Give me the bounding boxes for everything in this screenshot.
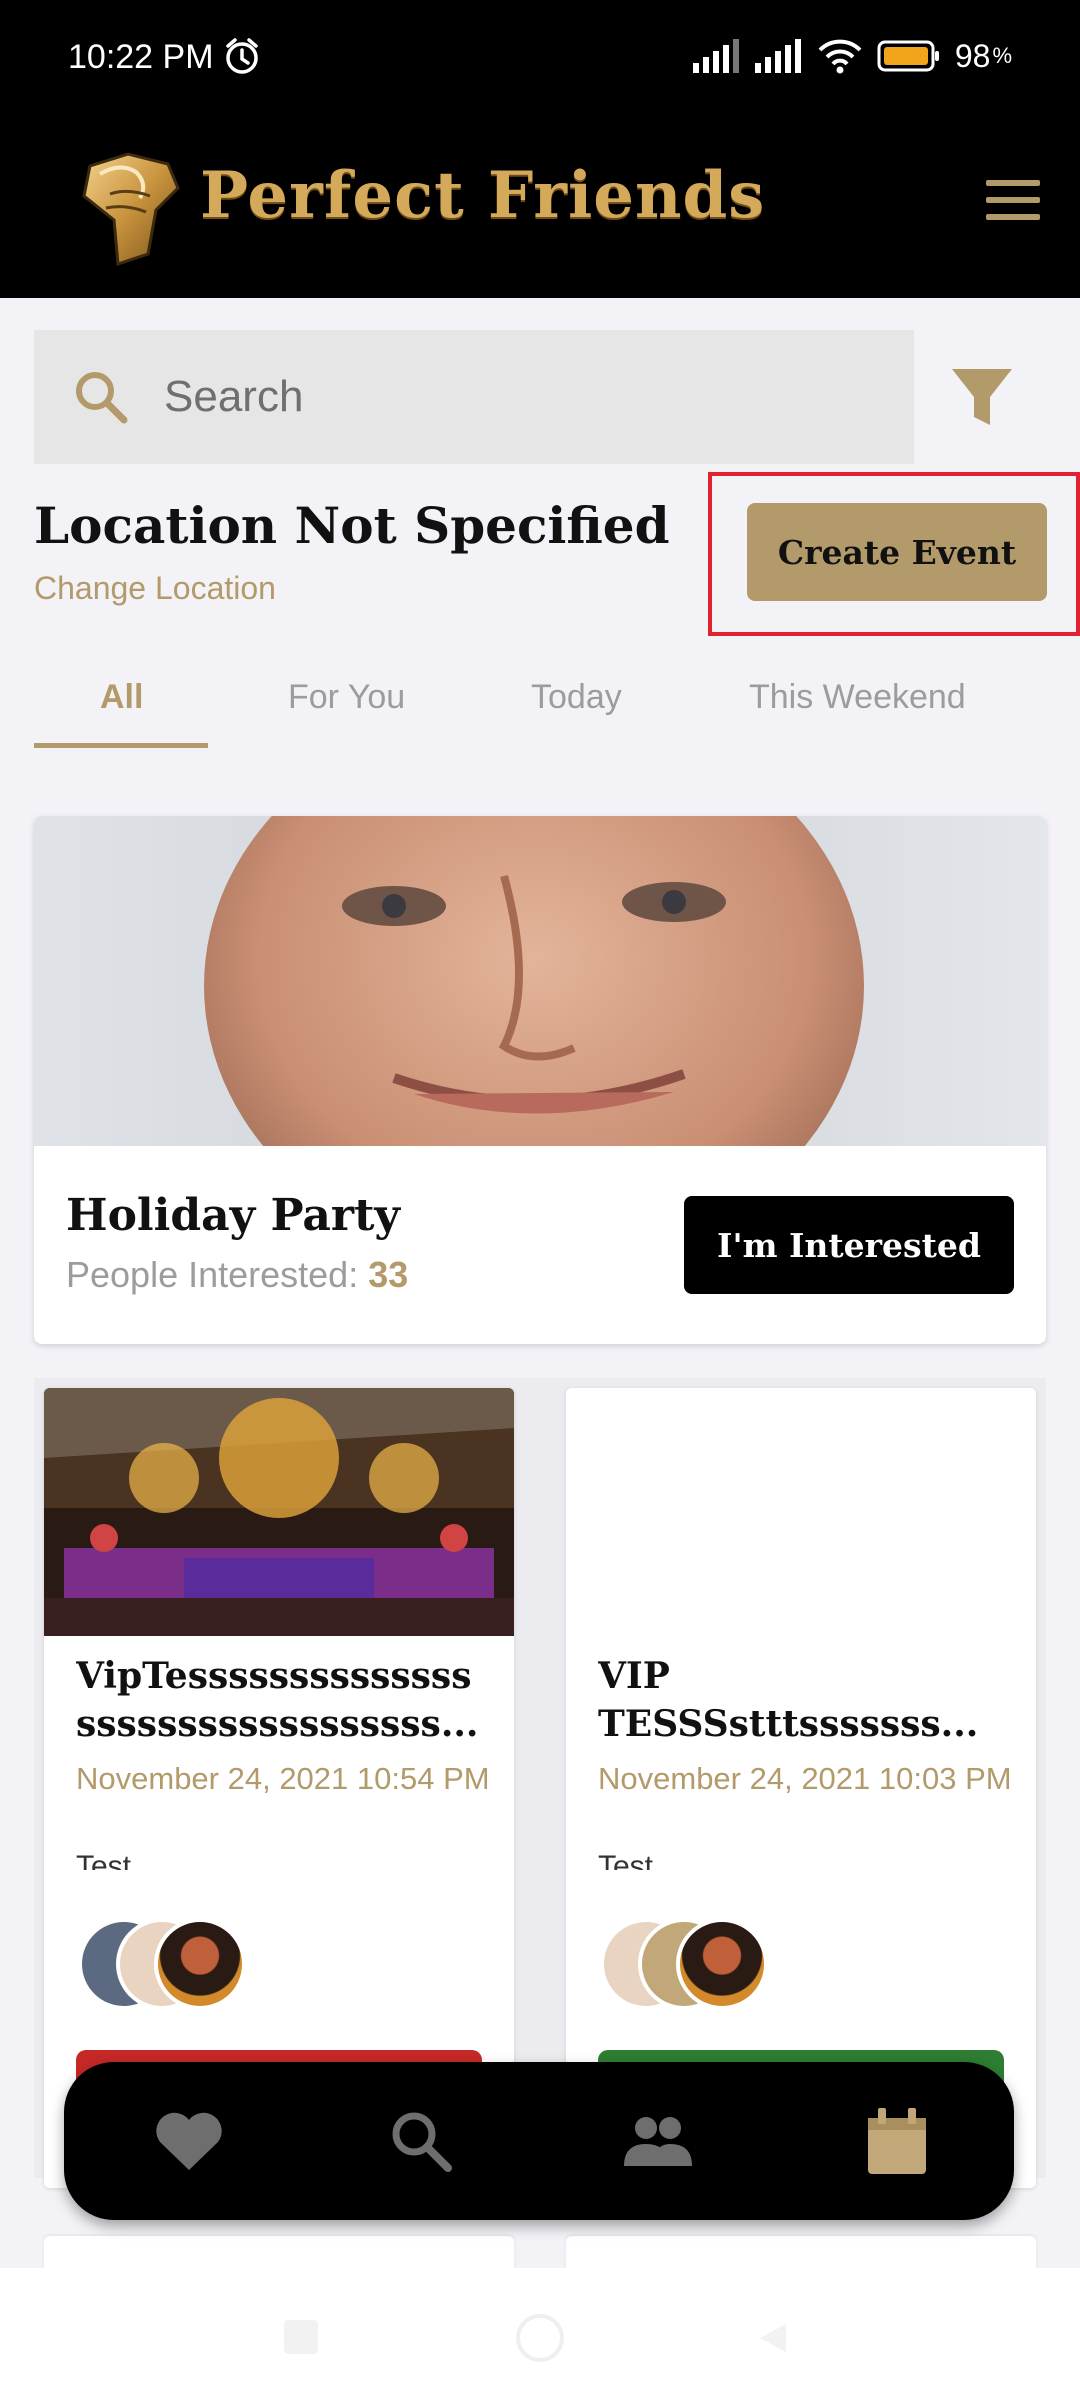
people-icon[interactable]	[620, 2104, 694, 2178]
event-title: VIP TESSSstttsssssss...	[598, 1652, 1018, 1748]
event-image	[566, 1388, 1036, 1636]
event-title-line: TESSSstttsssssss...	[598, 1703, 979, 1745]
featured-event-title: Holiday Party	[66, 1190, 400, 1241]
battery-level: 98	[954, 37, 991, 74]
signal-icon-2	[754, 39, 801, 73]
people-interested-count: 33	[368, 1254, 409, 1295]
app-title: Perfect Friends	[200, 158, 766, 233]
create-event-button[interactable]: Create Event	[747, 503, 1047, 601]
event-title-line: VIP	[598, 1655, 670, 1697]
event-description: Test	[598, 1850, 654, 1870]
handshake-logo-icon	[82, 152, 180, 267]
search-icon[interactable]	[384, 2104, 458, 2178]
location-title: Location Not Specified	[34, 496, 670, 555]
event-description: Test	[76, 1850, 132, 1870]
event-date: November 24, 2021 10:03 PM	[598, 1761, 1012, 1796]
avatar	[154, 1918, 246, 2010]
tab-this-weekend[interactable]: This Weekend	[749, 678, 966, 717]
featured-event-image	[34, 816, 1046, 1146]
app-header: Perfect Friends	[0, 120, 1080, 298]
back-button[interactable]	[754, 2320, 790, 2356]
search-input[interactable]: Search	[34, 330, 914, 464]
recent-apps-button[interactable]	[284, 2320, 318, 2354]
heart-icon[interactable]	[152, 2104, 226, 2178]
system-navigation-bar	[0, 2268, 1080, 2400]
status-time: 10:22 PM	[68, 38, 214, 76]
wifi-icon	[818, 39, 862, 74]
attendee-avatars	[78, 1918, 298, 2014]
battery-icon	[877, 40, 939, 72]
tab-today[interactable]: Today	[531, 678, 622, 717]
battery-percent-sign: %	[992, 43, 1012, 68]
tab-for-you[interactable]: For You	[288, 678, 405, 717]
active-tab-indicator	[34, 743, 208, 748]
change-location-link[interactable]: Change Location	[34, 570, 276, 607]
calendar-icon[interactable]	[860, 2104, 934, 2178]
people-interested: People Interested: 33	[66, 1254, 408, 1296]
bottom-navigation	[64, 2062, 1014, 2220]
event-image	[44, 1388, 514, 1636]
event-title: VipTessssssssssssss ssssssssssssssssss..…	[76, 1652, 496, 1748]
im-interested-button[interactable]: I'm Interested	[684, 1196, 1014, 1294]
status-icons: 98%	[692, 36, 1012, 76]
signal-icon	[692, 39, 739, 73]
people-interested-label: People Interested:	[66, 1254, 369, 1295]
tab-all[interactable]: All	[100, 678, 143, 717]
event-date: November 24, 2021 10:54 PM	[76, 1761, 490, 1796]
featured-event-card[interactable]: Holiday Party People Interested: 33 I'm …	[34, 816, 1046, 1344]
event-title-line: VipTessssssssssssss	[76, 1655, 472, 1697]
search-icon	[76, 372, 128, 424]
home-button[interactable]	[516, 2314, 564, 2362]
status-bar: 10:22 PM 98%	[0, 0, 1080, 120]
search-placeholder: Search	[164, 372, 304, 421]
alarm-icon	[226, 38, 258, 74]
filter-icon[interactable]	[950, 365, 1014, 431]
event-title-line: ssssssssssssssssss...	[76, 1703, 479, 1745]
avatar	[676, 1918, 768, 2010]
attendee-avatars	[600, 1918, 820, 2014]
menu-icon[interactable]	[986, 180, 1040, 224]
